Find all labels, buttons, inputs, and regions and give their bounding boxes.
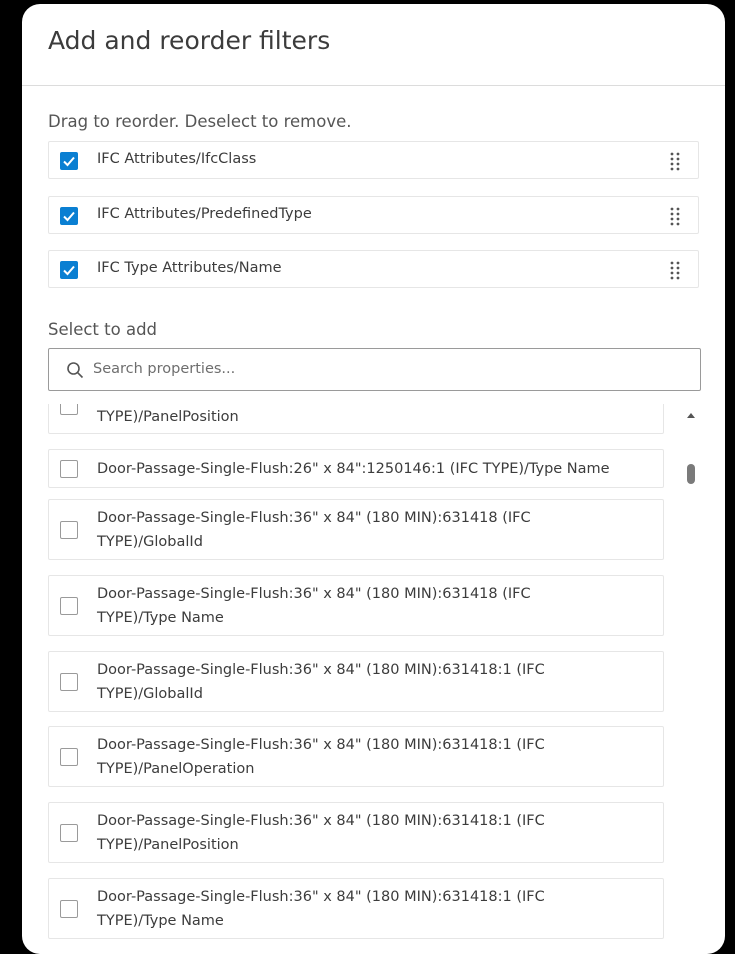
list-item[interactable]: TYPE)/PanelPosition	[48, 404, 664, 434]
selected-filter-row[interactable]: IFC Type Attributes/Name	[48, 250, 699, 288]
filter-checkbox-checked[interactable]	[60, 152, 78, 170]
property-label-line1: Door-Passage-Single-Flush:26" x 84":1250…	[97, 461, 610, 477]
property-label-line2: TYPE)/PanelPosition	[97, 837, 239, 853]
property-label: Door-Passage-Single-Flush:36" x 84" (180…	[97, 809, 545, 857]
search-input[interactable]	[93, 355, 683, 383]
property-label-line2: TYPE)/PanelOperation	[97, 761, 255, 777]
property-checkbox[interactable]	[60, 673, 78, 691]
property-checkbox[interactable]	[60, 460, 78, 478]
filter-dialog: Add and reorder filters Drag to reorder.…	[22, 4, 725, 954]
property-checkbox[interactable]	[60, 404, 78, 415]
property-label: Door-Passage-Single-Flush:36" x 84" (180…	[97, 506, 531, 554]
filter-checkbox-checked[interactable]	[60, 261, 78, 279]
property-label-line1: Door-Passage-Single-Flush:36" x 84" (180…	[97, 889, 545, 905]
selected-filter-row[interactable]: IFC Attributes/IfcClass	[48, 141, 699, 179]
property-label: Door-Passage-Single-Flush:36" x 84" (180…	[97, 885, 545, 933]
selected-filter-label: IFC Attributes/IfcClass	[97, 151, 257, 167]
drag-handle-icon[interactable]	[669, 260, 681, 280]
check-icon	[63, 265, 75, 276]
property-checkbox[interactable]	[60, 748, 78, 766]
selected-filter-label: IFC Type Attributes/Name	[97, 260, 282, 276]
property-label: Door-Passage-Single-Flush:36" x 84" (180…	[97, 658, 545, 706]
check-icon	[63, 211, 75, 222]
list-item[interactable]: Door-Passage-Single-Flush:36" x 84" (180…	[48, 726, 664, 787]
list-item[interactable]: Door-Passage-Single-Flush:36" x 84" (180…	[48, 575, 664, 636]
property-label-line1: Door-Passage-Single-Flush:36" x 84" (180…	[97, 813, 545, 829]
list-item[interactable]: Door-Passage-Single-Flush:36" x 84" (180…	[48, 651, 664, 712]
property-label-line1: Door-Passage-Single-Flush:36" x 84" (180…	[97, 510, 531, 526]
properties-list[interactable]: TYPE)/PanelPosition Door-Passage-Single-…	[22, 404, 725, 954]
filter-checkbox-checked[interactable]	[60, 207, 78, 225]
search-field[interactable]	[48, 348, 701, 391]
scrollbar-thumb[interactable]	[687, 464, 695, 484]
add-section-label: Select to add	[48, 320, 158, 339]
property-label-line2: TYPE)/Type Name	[97, 610, 224, 626]
drag-handle-icon[interactable]	[669, 151, 681, 171]
property-label-line2: TYPE)/GlobalId	[97, 686, 203, 702]
property-checkbox[interactable]	[60, 900, 78, 918]
property-label-line2: TYPE)/Type Name	[97, 913, 224, 929]
search-icon	[67, 362, 84, 379]
selected-filter-label: IFC Attributes/PredefinedType	[97, 206, 312, 222]
property-label-line1: Door-Passage-Single-Flush:36" x 84" (180…	[97, 662, 545, 678]
property-checkbox[interactable]	[60, 824, 78, 842]
property-checkbox[interactable]	[60, 521, 78, 539]
reorder-instruction: Drag to reorder. Deselect to remove.	[48, 112, 352, 131]
property-label-line1: Door-Passage-Single-Flush:36" x 84" (180…	[97, 586, 531, 602]
selected-filter-row[interactable]: IFC Attributes/PredefinedType	[48, 196, 699, 234]
header-divider	[22, 85, 725, 86]
check-icon	[63, 156, 75, 167]
chevron-up-icon[interactable]	[686, 411, 696, 419]
property-label-line2: TYPE)/GlobalId	[97, 534, 203, 550]
list-item[interactable]: Door-Passage-Single-Flush:36" x 84" (180…	[48, 802, 664, 863]
property-label: Door-Passage-Single-Flush:36" x 84" (180…	[97, 733, 545, 781]
property-label: Door-Passage-Single-Flush:26" x 84":1250…	[97, 457, 610, 481]
list-item[interactable]: Door-Passage-Single-Flush:36" x 84" (180…	[48, 878, 664, 939]
property-label: TYPE)/PanelPosition	[97, 405, 239, 429]
list-item[interactable]: Door-Passage-Single-Flush:26" x 84":1250…	[48, 449, 664, 488]
property-label: Door-Passage-Single-Flush:36" x 84" (180…	[97, 582, 531, 630]
property-label-line2: TYPE)/PanelPosition	[97, 409, 239, 425]
drag-handle-icon[interactable]	[669, 206, 681, 226]
property-label-line1: Door-Passage-Single-Flush:36" x 84" (180…	[97, 737, 545, 753]
property-checkbox[interactable]	[60, 597, 78, 615]
dialog-title: Add and reorder filters	[48, 26, 331, 55]
list-item[interactable]: Door-Passage-Single-Flush:36" x 84" (180…	[48, 499, 664, 560]
